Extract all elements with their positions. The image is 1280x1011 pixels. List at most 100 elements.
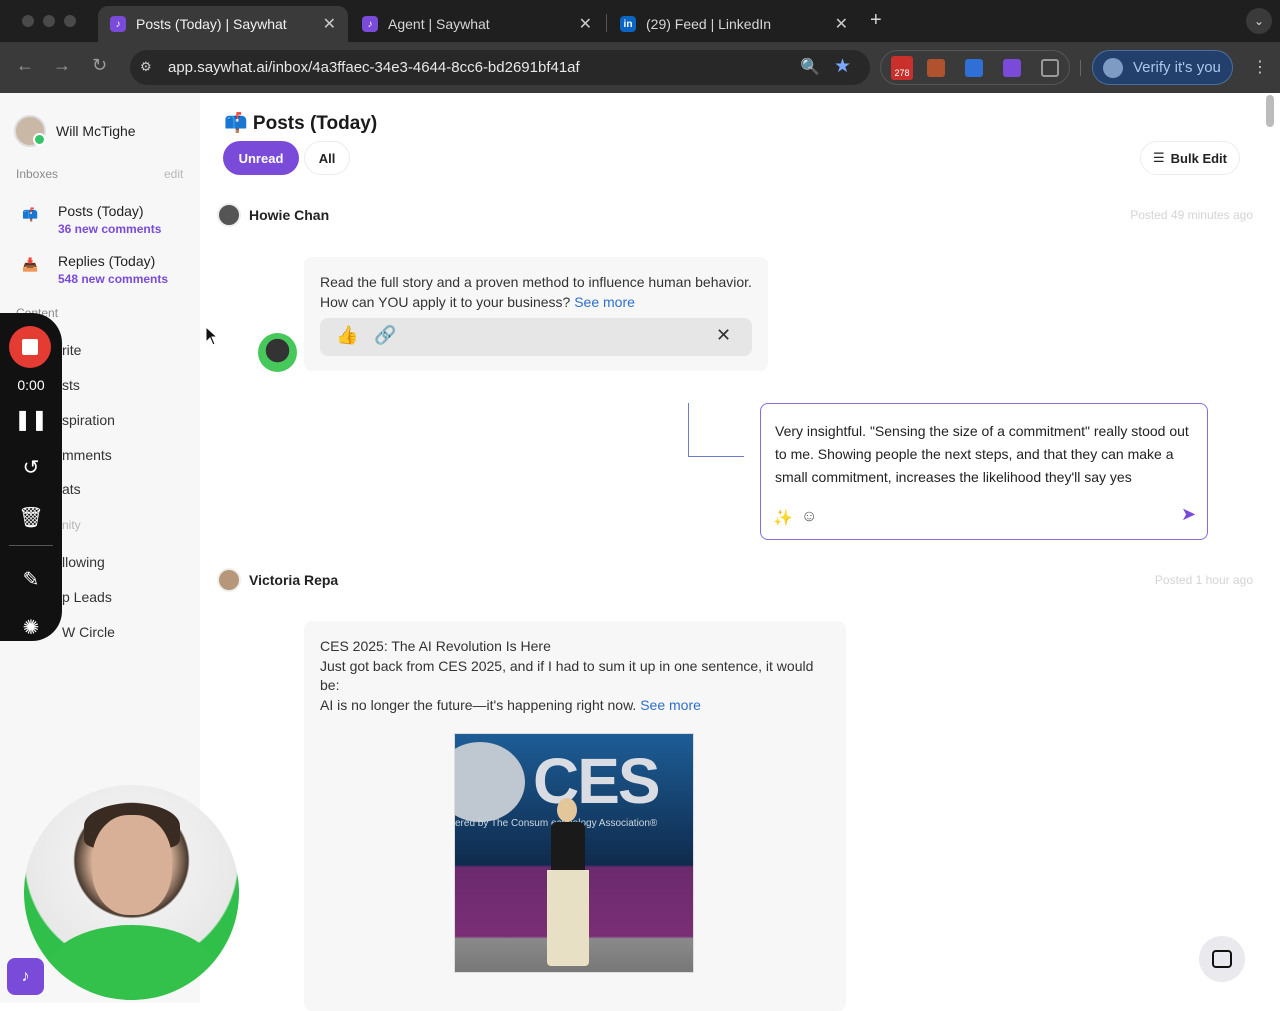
send-icon[interactable]: ➤ — [1181, 504, 1196, 525]
post-line: How can YOU apply it to your business? S… — [320, 293, 752, 313]
filter-unread-button[interactable]: Unread — [223, 141, 299, 175]
close-icon[interactable]: ✕ — [323, 14, 336, 34]
verify-label: Verify it's you — [1133, 59, 1221, 76]
tab-agent[interactable]: ♪ Agent | Saywhat ✕ — [350, 6, 604, 42]
reply-editor[interactable]: Very insightful. "Sensing the size of a … — [760, 403, 1208, 540]
effects-icon[interactable]: ✺ — [0, 615, 62, 640]
reply-text[interactable]: Very insightful. "Sensing the size of a … — [775, 420, 1195, 489]
saywhat-launcher-icon[interactable]: ♪ — [7, 958, 44, 995]
sidebar-item-posts-today[interactable]: 📫 Posts (Today) 36 new comments — [22, 203, 161, 236]
scrollbar[interactable] — [1266, 95, 1274, 127]
avatar — [258, 333, 297, 372]
puzzle-extensions-icon[interactable] — [1041, 59, 1059, 77]
edit-inboxes-link[interactable]: edit — [164, 167, 183, 181]
thread-connector — [688, 403, 744, 457]
post-card: Read the full story and a proven method … — [304, 257, 768, 371]
verify-profile-button[interactable]: Verify it's you — [1092, 50, 1233, 85]
webcam-bubble[interactable] — [24, 785, 239, 1000]
window-minimize-control[interactable] — [43, 15, 55, 27]
site-settings-icon[interactable]: ⚙ — [140, 59, 156, 75]
window-close-control[interactable] — [22, 15, 34, 27]
trash-icon[interactable]: 🗑 — [0, 505, 62, 530]
tab-linkedin[interactable]: in (29) Feed | LinkedIn ✕ — [608, 6, 860, 42]
sidebar-item-write[interactable]: rite — [62, 342, 81, 358]
address-bar[interactable]: ⚙ app.saywhat.ai/inbox/4a3ffaec-34e3-464… — [130, 50, 870, 85]
window-zoom-control[interactable] — [64, 15, 76, 27]
post-header: Howie Chan Posted 49 minutes ago — [217, 203, 1253, 227]
sidebar-item-inspiration[interactable]: spiration — [62, 412, 115, 428]
filter-all-button[interactable]: All — [304, 141, 350, 175]
zoom-icon[interactable]: 🔍 — [800, 57, 820, 77]
post-author[interactable]: Howie Chan — [249, 207, 329, 223]
screen-recorder-toolbar: 0:00 ❚❚ ↺ 🗑 ✎ ✺ — [0, 313, 62, 641]
forward-arrow-icon[interactable]: → — [53, 55, 71, 76]
inbox-count: 548 new comments — [58, 272, 169, 286]
sidebar-item-posts[interactable]: sts — [62, 377, 80, 393]
calendar-extension-icon[interactable]: 278 — [891, 56, 913, 80]
thumbs-up-icon[interactable]: 👍 — [336, 325, 358, 346]
browser-tab-bar: ♪ Posts (Today) | Saywhat ✕ ♪ Agent | Sa… — [0, 0, 1280, 42]
post-header: Victoria Repa Posted 1 hour ago — [217, 568, 1253, 592]
pause-icon[interactable]: ❚❚ — [0, 407, 62, 432]
webcam-face — [92, 815, 172, 915]
person-body — [551, 822, 585, 872]
avatar — [14, 115, 46, 147]
sparkles-icon[interactable]: ✨ — [773, 508, 793, 528]
restart-icon[interactable]: ↺ — [0, 455, 62, 480]
url-text[interactable]: app.saywhat.ai/inbox/4a3ffaec-34e3-4644-… — [168, 59, 580, 76]
fox-extension-icon[interactable] — [927, 59, 945, 77]
sidebar-item-circle[interactable]: W Circle — [62, 624, 115, 640]
close-icon[interactable]: ✕ — [579, 14, 592, 34]
rewind-extension-icon[interactable] — [965, 59, 983, 77]
post-line: Just got back from CES 2025, and if I ha… — [320, 657, 814, 674]
chat-support-button[interactable] — [1199, 936, 1245, 982]
post-timestamp: Posted 1 hour ago — [1154, 573, 1253, 587]
close-icon[interactable]: ✕ — [835, 14, 848, 34]
pencil-icon[interactable]: ✎ — [0, 567, 62, 592]
sidebar-item-comments[interactable]: mments — [62, 447, 112, 463]
page-title: 📫 Posts (Today) — [224, 113, 378, 134]
post-image[interactable]: CES ered by The Consum echnology Associa… — [454, 733, 694, 973]
post-line-text: How can YOU apply it to your business? — [320, 293, 571, 310]
chevron-down-icon[interactable]: ⌄ — [1246, 8, 1272, 34]
sidebar-item-top-leads[interactable]: p Leads — [62, 589, 112, 605]
chat-icon — [1212, 950, 1232, 968]
tab-posts-today[interactable]: ♪ Posts (Today) | Saywhat ✕ — [98, 6, 348, 42]
stop-recording-button[interactable] — [9, 326, 51, 368]
person-head — [557, 798, 577, 822]
saywhat-extension-icon[interactable] — [1003, 59, 1021, 77]
sidebar-item-following[interactable]: llowing — [62, 554, 105, 570]
back-arrow-icon[interactable]: ← — [16, 55, 34, 76]
community-heading: nity — [62, 518, 81, 532]
emoji-icon[interactable]: ☺ — [801, 508, 817, 526]
post-line: Read the full story and a proven method … — [320, 274, 752, 290]
bookmark-star-icon[interactable]: ★ — [834, 55, 851, 78]
recorder-divider — [9, 545, 53, 546]
sidebar-item-stats[interactable]: ats — [62, 481, 81, 497]
post-line: be: — [320, 677, 340, 693]
post-card: CES 2025: The AI Revolution Is Here Just… — [304, 621, 846, 1011]
post-text: Read the full story and a proven method … — [320, 273, 752, 312]
new-tab-icon[interactable]: + — [870, 9, 882, 32]
reload-icon[interactable]: ↻ — [92, 55, 107, 76]
sidebar-item-replies-today[interactable]: 📥 Replies (Today) 548 new comments — [22, 253, 168, 286]
user-profile[interactable]: Will McTighe — [14, 115, 136, 147]
post-author[interactable]: Victoria Repa — [249, 572, 338, 588]
saywhat-icon: ♪ — [110, 16, 126, 32]
see-more-link[interactable]: See more — [640, 697, 701, 713]
avatar[interactable] — [217, 203, 241, 227]
extensions-area: 278 — [880, 50, 1070, 85]
tab-label: Agent | Saywhat — [388, 16, 490, 32]
close-icon[interactable]: ✕ — [716, 325, 731, 346]
ces-logo-orb — [455, 742, 525, 822]
post-timestamp: Posted 49 minutes ago — [1130, 208, 1253, 222]
see-more-link[interactable]: See more — [574, 294, 635, 310]
mailbox-icon: 📫 — [22, 207, 39, 222]
bulk-edit-button[interactable]: ☰ Bulk Edit — [1140, 141, 1240, 175]
sliders-icon: ☰ — [1153, 150, 1165, 165]
more-menu-icon[interactable]: ⋮ — [1252, 57, 1268, 77]
webcam-hoodie — [44, 925, 220, 1000]
avatar[interactable] — [217, 568, 241, 592]
linkedin-icon: in — [620, 16, 636, 32]
link-icon[interactable]: 🔗 — [374, 325, 396, 346]
